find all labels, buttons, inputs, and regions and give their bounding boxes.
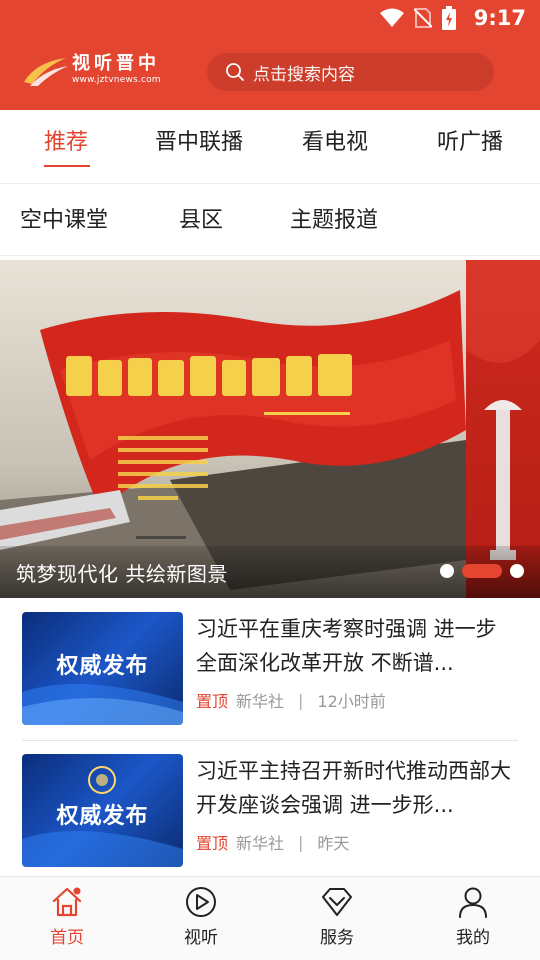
thumbnail-label: 权威发布 bbox=[56, 804, 149, 829]
news-source: 新华社 bbox=[236, 834, 285, 853]
news-item[interactable]: 权威发布 习近平在重庆考察时强调 进一步全面深化改革开放 不断谱... 置顶 新… bbox=[22, 600, 518, 738]
news-title[interactable]: 习近平在重庆考察时强调 进一步全面深化改革开放 不断谱... bbox=[196, 612, 514, 680]
battery-icon bbox=[442, 6, 456, 30]
wifi-icon bbox=[380, 8, 404, 27]
news-time: 昨天 bbox=[317, 834, 350, 853]
banner-carousel[interactable]: 筑梦现代化 共绘新图景 bbox=[0, 260, 540, 598]
tab-jinzhong-news[interactable]: 晋中联播 bbox=[155, 124, 243, 156]
banner-caption-bar: 筑梦现代化 共绘新图景 bbox=[0, 546, 540, 598]
logo-url: www.jztvnews.com bbox=[72, 75, 161, 85]
carousel-dot-active[interactable] bbox=[462, 564, 502, 578]
news-thumbnail[interactable]: 权威发布 bbox=[22, 754, 183, 867]
logo-title: 视听晋中 bbox=[72, 53, 160, 74]
tab-recommend[interactable]: 推荐 bbox=[44, 124, 88, 156]
status-bar: 9:17 bbox=[0, 0, 540, 36]
status-icons bbox=[380, 6, 456, 30]
app-header: 9:17 视听晋中 www.jztvnews.com 点击搜索内容 bbox=[0, 0, 540, 110]
banner-caption: 筑梦现代化 共绘新图景 bbox=[16, 562, 228, 586]
pinned-badge: 置顶 bbox=[196, 834, 229, 853]
nav-audiovisual[interactable]: 视听 bbox=[166, 885, 236, 948]
news-item[interactable]: 权威发布 习近平主持召开新时代推动西部大开发座谈会强调 进一步形... 置顶 新… bbox=[22, 742, 518, 880]
subtab-theme-reports[interactable]: 主题报道 bbox=[290, 202, 378, 234]
nav-label: 我的 bbox=[456, 928, 490, 948]
carousel-indicator bbox=[440, 564, 524, 578]
nav-label: 视听 bbox=[184, 928, 218, 948]
home-icon bbox=[52, 887, 82, 917]
sub-channel-tabs: 空中课堂 县区 主题报道 bbox=[0, 184, 540, 256]
carousel-dot[interactable] bbox=[440, 564, 454, 578]
channel-tabs: 推荐 晋中联播 看电视 听广播 bbox=[0, 110, 540, 184]
tab-watch-tv[interactable]: 看电视 bbox=[302, 124, 368, 156]
search-placeholder: 点击搜索内容 bbox=[253, 64, 355, 85]
bottom-navigation: 首页 视听 服务 我的 bbox=[0, 876, 540, 960]
search-icon bbox=[226, 63, 244, 81]
tab-radio[interactable]: 听广播 bbox=[437, 124, 503, 156]
nav-label: 服务 bbox=[320, 928, 354, 948]
diamond-icon bbox=[322, 888, 352, 916]
news-time: 12小时前 bbox=[317, 692, 386, 711]
news-title[interactable]: 习近平主持召开新时代推动西部大开发座谈会强调 进一步形... bbox=[196, 754, 514, 822]
news-meta: 置顶 新华社 | 12小时前 bbox=[196, 688, 386, 712]
subtab-air-classroom[interactable]: 空中课堂 bbox=[20, 202, 108, 234]
nav-label: 首页 bbox=[50, 928, 84, 948]
news-thumbnail[interactable]: 权威发布 bbox=[22, 612, 183, 725]
play-icon bbox=[186, 887, 216, 917]
active-tab-indicator bbox=[44, 165, 90, 167]
news-meta: 置顶 新华社 | 昨天 bbox=[196, 830, 349, 854]
list-divider bbox=[22, 740, 518, 741]
carousel-dot[interactable] bbox=[510, 564, 524, 578]
thumbnail-label: 权威发布 bbox=[56, 654, 149, 679]
subtab-counties[interactable]: 县区 bbox=[179, 202, 223, 234]
nav-home[interactable]: 首页 bbox=[32, 885, 102, 948]
meta-separator: | bbox=[298, 832, 304, 852]
meta-separator: | bbox=[298, 690, 304, 710]
news-source: 新华社 bbox=[236, 692, 285, 711]
pinned-badge: 置顶 bbox=[196, 692, 229, 711]
app-logo[interactable]: 视听晋中 www.jztvnews.com bbox=[22, 52, 161, 88]
no-sim-icon bbox=[414, 8, 432, 28]
status-time: 9:17 bbox=[473, 6, 526, 30]
nav-services[interactable]: 服务 bbox=[302, 885, 372, 948]
logo-swoosh-icon bbox=[22, 52, 70, 88]
nav-profile[interactable]: 我的 bbox=[438, 885, 508, 948]
search-bar[interactable]: 点击搜索内容 bbox=[207, 53, 494, 91]
user-icon bbox=[459, 887, 487, 918]
